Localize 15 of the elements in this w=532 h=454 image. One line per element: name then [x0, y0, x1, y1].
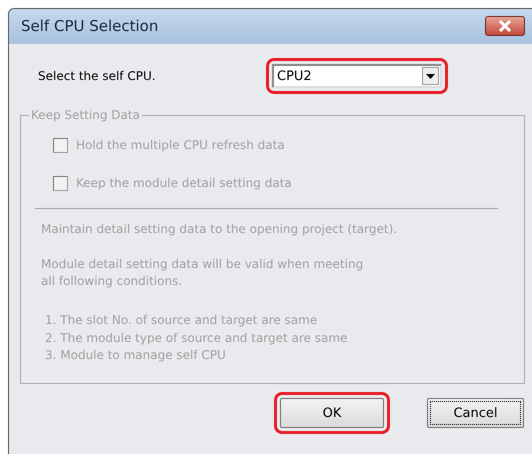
cpu-dropdown[interactable]: CPU2: [272, 64, 442, 88]
select-label: Select the self CPU.: [37, 69, 157, 83]
group-title: Keep Setting Data: [30, 108, 141, 122]
note-text: Module detail setting data will be valid when meeting all following conditions.: [41, 256, 364, 290]
dialog-button[interactable]: Cancel: [427, 398, 524, 428]
window-title: Self CPU Selection: [21, 17, 160, 35]
condition-text: 2. The module type of source and target are same: [45, 330, 348, 346]
condition-text: 1. The slot No. of source and target are same: [45, 312, 318, 329]
dialog-button[interactable]: OK: [280, 398, 384, 428]
close-button[interactable]: [485, 16, 525, 36]
note-text: Maintain detail setting data to the opening project (target).: [41, 221, 398, 238]
close-icon: [498, 20, 512, 32]
checkbox-label: Keep the module detail setting data: [76, 176, 292, 190]
checkbox-label: Hold the multiple CPU refresh data: [76, 138, 285, 152]
condition-text: 3. Module to manage self CPU: [45, 347, 227, 364]
